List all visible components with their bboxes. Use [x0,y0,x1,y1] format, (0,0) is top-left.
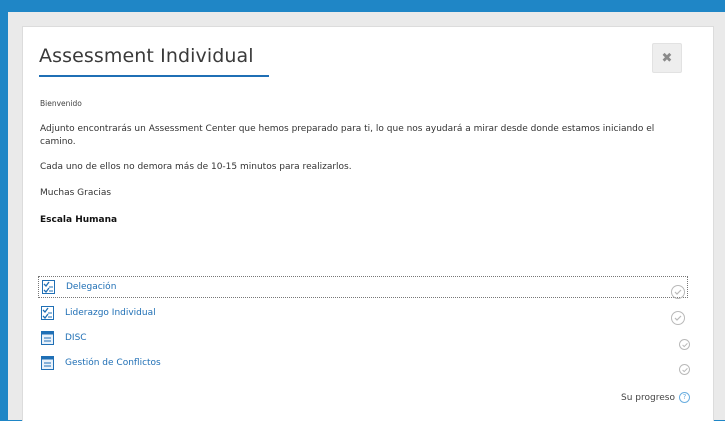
completion-checkbox[interactable] [671,311,685,325]
close-icon: ✖ [661,50,673,66]
signature-text: Escala Humana [40,215,118,225]
top-bar [0,0,725,12]
quiz-icon [41,306,54,320]
completion-checkbox[interactable] [671,285,685,299]
page-icon [41,356,54,370]
modal-title: Assessment Individual [39,45,254,67]
intro-paragraph: Adjunto encontrarás un Assessment Center… [40,124,655,147]
duration-paragraph: Cada uno de ellos no demora más de 10-15… [40,162,352,172]
greeting-text: Bienvenido [40,99,82,108]
check-icon [674,315,682,321]
help-icon[interactable]: ? [678,392,690,403]
activity-link-conflictos[interactable]: Gestión de Conflictos [38,352,161,374]
progress-label: Su progreso [621,392,675,403]
quiz-icon [42,280,55,294]
close-button[interactable]: ✖ [652,43,682,73]
activity-link-delegacion[interactable]: Delegación [38,276,688,298]
activity-label: Delegación [66,282,117,292]
completion-checkbox[interactable] [679,364,690,375]
activity-link-liderazgo[interactable]: Liderazgo Individual [38,302,156,324]
completion-checkbox[interactable] [679,339,690,350]
activity-link-disc[interactable]: DISC [38,327,87,349]
title-underline [39,75,269,77]
activity-label: Gestión de Conflictos [65,358,161,368]
progress-indicator: Su progreso ? [621,392,690,403]
side-strip [0,12,8,420]
check-icon [682,368,688,373]
assessment-modal: Assessment Individual ✖ Bienvenido Adjun… [22,26,714,421]
thanks-text: Muchas Gracias [40,188,112,198]
activity-label: Liderazgo Individual [65,308,156,318]
activity-label: DISC [65,333,87,343]
check-icon [682,343,688,348]
check-icon [674,289,682,295]
page-icon [41,331,54,345]
